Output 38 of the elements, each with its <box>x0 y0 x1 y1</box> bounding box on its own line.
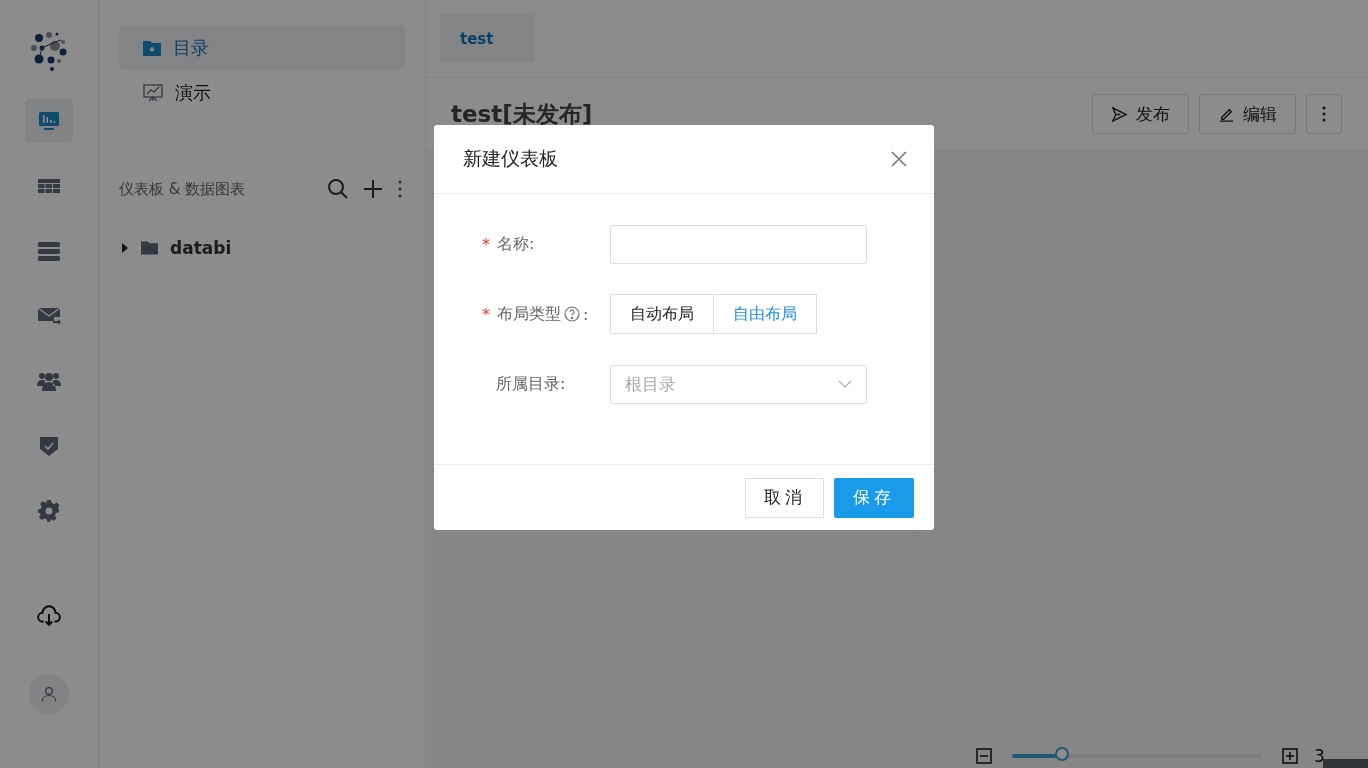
dashboard-icon[interactable] <box>25 98 73 143</box>
nav-item[interactable]: 演示 <box>119 70 405 115</box>
search-icon[interactable] <box>327 178 349 200</box>
field-label: 所属目录: <box>496 373 566 395</box>
tab[interactable]: test <box>440 15 535 62</box>
caret-icon[interactable] <box>121 243 129 253</box>
name-input[interactable] <box>610 224 867 264</box>
field-label: 布局类型 <box>497 303 561 325</box>
colon: : <box>583 304 589 324</box>
chevron-down-icon <box>838 380 852 388</box>
nav-item[interactable]: 目录 <box>119 25 405 70</box>
more-icon[interactable] <box>397 179 403 199</box>
zoom-reading: 3 <box>1314 746 1325 766</box>
cloud-download-icon[interactable] <box>36 602 62 628</box>
presentation-icon <box>143 83 163 102</box>
layout-option[interactable]: 自动布局 <box>610 294 714 334</box>
layout-option[interactable]: 自由布局 <box>714 294 817 334</box>
dark-bar <box>1323 759 1368 768</box>
required-mark: * <box>482 234 490 254</box>
tree-item[interactable]: databi <box>119 238 405 258</box>
edit-button[interactable]: 编辑 <box>1199 94 1296 134</box>
save-button[interactable]: 保存 <box>834 477 914 518</box>
required-mark: * <box>482 304 490 324</box>
field-label: 名称: <box>497 233 535 255</box>
dialog-title: 新建仪表板 <box>463 146 558 171</box>
avatar[interactable] <box>29 674 69 714</box>
zoom-in-icon[interactable] <box>1282 748 1298 764</box>
folder-icon <box>141 241 158 255</box>
section-title: 仪表板 & 数据图表 <box>119 179 247 199</box>
add-icon[interactable] <box>363 179 383 199</box>
page-title: test[未发布] <box>451 99 594 129</box>
send-icon <box>1111 105 1128 123</box>
folder-plus-icon <box>143 39 161 56</box>
close-icon[interactable] <box>891 151 907 167</box>
send-button[interactable]: 发布 <box>1092 94 1189 134</box>
more-icon <box>1321 105 1327 123</box>
cancel-button[interactable]: 取消 <box>745 477 824 518</box>
zoom-out-icon[interactable] <box>976 748 992 764</box>
